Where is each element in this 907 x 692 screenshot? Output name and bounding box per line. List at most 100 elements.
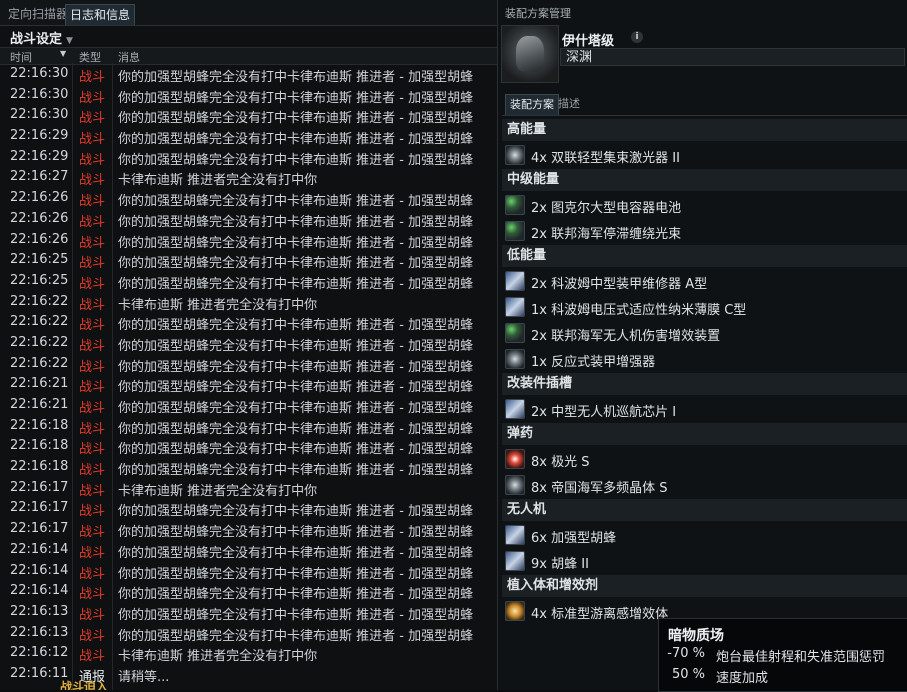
log-list[interactable]: 22:16:30 战斗 你的加强型胡蜂完全没有打中卡律布迪斯 推进者 - 加强型胡蜂… (0, 64, 497, 685)
log-message: 你的加强型胡蜂完全没有打中卡律布迪斯 推进者 - 加强型胡蜂 (118, 90, 474, 106)
log-row[interactable]: 22:16:14 战斗 你的加强型胡蜂完全没有打中卡律布迪斯 推进者 - 加强型胡蜂 (0, 581, 497, 602)
log-row[interactable]: 22:16:14 战斗 你的加强型胡蜂完全没有打中卡律布迪斯 推进者 - 加强型胡蜂 (0, 561, 497, 582)
log-type: 战斗 (79, 525, 106, 540)
log-row[interactable]: 22:16:21 战斗 你的加强型胡蜂完全没有打中卡律布迪斯 推进者 - 加强型胡蜂 (0, 374, 497, 395)
log-row[interactable]: 22:16:18 战斗 你的加强型胡蜂完全没有打中卡律布迪斯 推进者 - 加强型胡蜂 (0, 457, 497, 478)
log-type: 战斗 (79, 173, 106, 189)
log-message: 你的加强型胡蜂完全没有打中卡律布迪斯 推进者 - 加强型胡蜂 (118, 607, 474, 623)
log-message: 卡律布迪斯 推进者完全没有打中你 (118, 483, 318, 499)
log-type: 战斗 (79, 214, 106, 230)
log-row[interactable]: 22:16:26 战斗 你的加强型胡蜂完全没有打中卡律布迪斯 推进者 - 加强型胡蜂 (0, 209, 497, 230)
log-row[interactable]: 22:16:25 战斗 你的加强型胡蜂完全没有打中卡律布迪斯 推进者 - 加强型胡蜂 (0, 271, 497, 292)
combat-indicator-text: 战斗迫入 (60, 680, 109, 690)
slot-group-header: 中级能量 (502, 169, 907, 191)
tab-directional-scanner[interactable]: 定向扫描器 (4, 4, 72, 24)
log-row[interactable]: 22:16:14 战斗 你的加强型胡蜂完全没有打中卡律布迪斯 推进者 - 加强型胡蜂 (0, 540, 497, 561)
log-row[interactable]: 22:16:22 战斗 你的加强型胡蜂完全没有打中卡律布迪斯 推进者 - 加强型胡蜂 (0, 312, 497, 333)
log-message: 你的加强型胡蜂完全没有打中卡律布迪斯 推进者 - 加强型胡蜂 (118, 628, 474, 644)
log-row[interactable]: 22:16:29 战斗 你的加强型胡蜂完全没有打中卡律布迪斯 推进者 - 加强型胡蜂 (0, 147, 497, 168)
column-header-type[interactable]: 类型 (79, 49, 101, 65)
log-type: 战斗 (79, 318, 106, 333)
drone-damage-amplifier-icon (505, 323, 525, 343)
log-row[interactable]: 22:16:13 战斗 你的加强型胡蜂完全没有打中卡律布迪斯 推进者 - 加强型胡蜂 (0, 602, 497, 623)
log-filter-dropdown[interactable]: 战斗设定 ▼ (10, 28, 73, 47)
log-row[interactable]: 22:16:17 战斗 你的加强型胡蜂完全没有打中卡律布迪斯 推进者 - 加强型胡蜂 (0, 498, 497, 519)
log-time: 22:16:26 (10, 231, 69, 247)
log-row[interactable]: 22:16:29 战斗 你的加强型胡蜂完全没有打中卡律布迪斯 推进者 - 加强型胡蜂 (0, 126, 497, 147)
module-label: 2x 科波姆中型装甲维修器 A型 (531, 277, 708, 292)
log-type: 战斗 (79, 194, 106, 209)
fitting-module-item[interactable]: 2x 中型无人机巡航芯片 I (502, 397, 907, 421)
module-label: 4x 标准型游离感增效体 (531, 607, 669, 622)
log-row[interactable]: 22:16:30 战斗 你的加强型胡蜂完全没有打中卡律布迪斯 推进者 - 加强型胡蜂 (0, 85, 497, 106)
fitting-module-item[interactable]: 1x 科波姆电压式适应性纳米薄膜 C型 (502, 295, 907, 319)
log-time: 22:16:18 (10, 417, 69, 433)
log-row[interactable]: 22:16:22 战斗 你的加强型胡蜂完全没有打中卡律布迪斯 推进者 - 加强型胡蜂 (0, 333, 497, 354)
slot-group-header: 高能量 (502, 119, 907, 141)
fitting-module-item[interactable]: 2x 图克尔大型电容器电池 (502, 193, 907, 217)
column-header-message[interactable]: 消息 (118, 49, 140, 65)
log-type: 战斗 (79, 401, 106, 416)
module-label: 8x 极光 S (531, 455, 590, 470)
log-row[interactable]: 22:16:17 战斗 你的加强型胡蜂完全没有打中卡律布迪斯 推进者 - 加强型胡蜂 (0, 519, 497, 540)
log-row[interactable]: 22:16:26 战斗 你的加强型胡蜂完全没有打中卡律布迪斯 推进者 - 加强型胡蜂 (0, 230, 497, 251)
fitting-module-item[interactable]: 1x 反应式装甲增强器 (502, 347, 907, 371)
log-row[interactable]: 22:16:18 战斗 你的加强型胡蜂完全没有打中卡律布迪斯 推进者 - 加强型胡蜂 (0, 436, 497, 457)
log-type: 战斗 (79, 463, 106, 478)
stasis-web-icon (505, 221, 525, 241)
ship-thumbnail[interactable] (501, 25, 559, 83)
tab-description[interactable]: 描述 (558, 94, 580, 114)
tab-fitting[interactable]: 装配方案 (505, 94, 559, 115)
log-row[interactable]: 22:16:12 战斗 卡律布迪斯 推进者完全没有打中你 (0, 643, 497, 664)
log-time: 22:16:25 (10, 272, 69, 288)
log-message: 你的加强型胡蜂完全没有打中卡律布迪斯 推进者 - 加强型胡蜂 (118, 111, 474, 127)
module-label: 2x 联邦海军停滞缠绕光束 (531, 227, 682, 242)
fit-name-field[interactable]: 深渊 (560, 48, 905, 66)
log-message: 你的加强型胡蜂完全没有打中卡律布迪斯 推进者 - 加强型胡蜂 (118, 380, 474, 395)
drone-icon (505, 525, 525, 545)
log-type: 战斗 (79, 587, 106, 602)
log-type: 战斗 (79, 607, 106, 623)
log-row[interactable]: 22:16:21 战斗 你的加强型胡蜂完全没有打中卡律布迪斯 推进者 - 加强型胡蜂 (0, 395, 497, 416)
log-type: 战斗 (79, 111, 106, 127)
fitting-module-item[interactable]: 2x 科波姆中型装甲维修器 A型 (502, 269, 907, 293)
fitting-module-item[interactable]: 8x 极光 S (502, 447, 907, 471)
log-message: 你的加强型胡蜂完全没有打中卡律布迪斯 推进者 - 加强型胡蜂 (118, 504, 474, 520)
log-time: 22:16:18 (10, 438, 69, 454)
log-time: 22:16:26 (10, 210, 69, 226)
log-time: 22:16:25 (10, 252, 69, 268)
column-header-time[interactable]: 时间 (10, 49, 32, 65)
log-type: 战斗 (79, 566, 106, 582)
log-row[interactable]: 22:16:13 战斗 你的加强型胡蜂完全没有打中卡律布迪斯 推进者 - 加强型胡蜂 (0, 623, 497, 644)
log-row[interactable]: 22:16:27 战斗 卡律布迪斯 推进者完全没有打中你 (0, 167, 497, 188)
fitting-module-item[interactable]: 9x 胡蜂 II (502, 549, 907, 573)
tab-logs-and-messages[interactable]: 日志和信息 (65, 4, 136, 25)
log-row[interactable]: 22:16:17 战斗 卡律布迪斯 推进者完全没有打中你 (0, 478, 497, 499)
log-row[interactable]: 22:16:30 战斗 你的加强型胡蜂完全没有打中卡律布迪斯 推进者 - 加强型胡蜂 (0, 64, 497, 85)
drone-icon (505, 551, 525, 571)
log-type: 战斗 (79, 442, 106, 458)
drone-rig-icon (505, 399, 525, 419)
log-type: 战斗 (79, 504, 106, 520)
fitting-module-item[interactable]: 2x 联邦海军停滞缠绕光束 (502, 219, 907, 243)
log-row[interactable]: 22:16:25 战斗 你的加强型胡蜂完全没有打中卡律布迪斯 推进者 - 加强型胡蜂 (0, 250, 497, 271)
info-icon[interactable]: i (631, 31, 643, 43)
fitting-module-item[interactable]: 6x 加强型胡蜂 (502, 523, 907, 547)
log-row[interactable]: 22:16:22 战斗 你的加强型胡蜂完全没有打中卡律布迪斯 推进者 - 加强型胡蜂 (0, 354, 497, 375)
log-type: 战斗 (79, 380, 106, 395)
log-row[interactable]: 22:16:22 战斗 卡律布迪斯 推进者完全没有打中你 (0, 292, 497, 313)
log-type: 战斗 (79, 359, 106, 375)
ship-name: 伊什塔级 (562, 34, 615, 49)
log-message: 卡律布迪斯 推进者完全没有打中你 (118, 297, 318, 313)
log-row[interactable]: 22:16:18 战斗 你的加强型胡蜂完全没有打中卡律布迪斯 推进者 - 加强型胡蜂 (0, 416, 497, 437)
log-message: 卡律布迪斯 推进者完全没有打中你 (118, 173, 318, 189)
log-row[interactable]: 22:16:30 战斗 你的加强型胡蜂完全没有打中卡律布迪斯 推进者 - 加强型胡蜂 (0, 105, 497, 126)
log-message: 你的加强型胡蜂完全没有打中卡律布迪斯 推进者 - 加强型胡蜂 (118, 463, 474, 478)
slot-group-header: 改装件插槽 (502, 373, 907, 395)
log-row[interactable]: 22:16:26 战斗 你的加强型胡蜂完全没有打中卡律布迪斯 推进者 - 加强型胡蜂 (0, 188, 497, 209)
fitting-module-item[interactable]: 4x 双联轻型集束激光器 II (502, 143, 907, 167)
log-message: 你的加强型胡蜂完全没有打中卡律布迪斯 推进者 - 加强型胡蜂 (118, 545, 474, 561)
fitting-module-item[interactable]: 8x 帝国海军多频晶体 S (502, 473, 907, 497)
sort-descending-icon: ▼ (60, 49, 67, 58)
fitting-module-item[interactable]: 2x 联邦海军无人机伤害增效装置 (502, 321, 907, 345)
